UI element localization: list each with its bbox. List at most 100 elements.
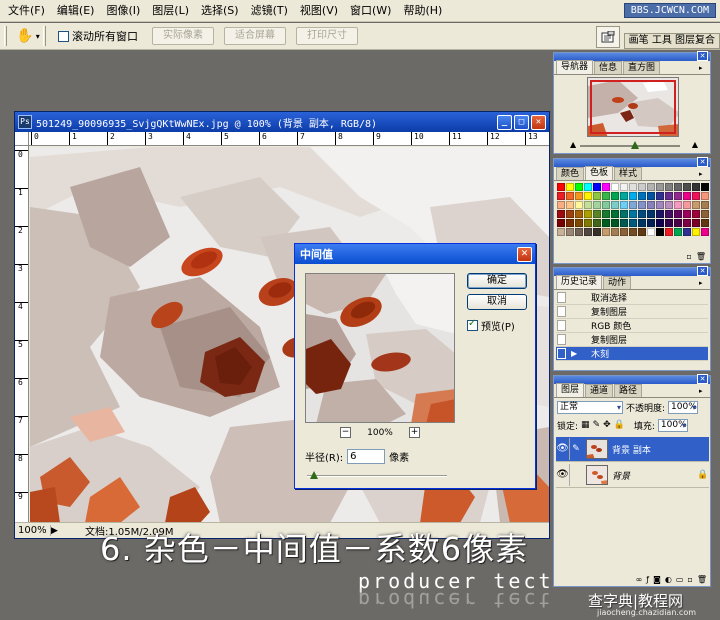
menu-window[interactable]: 窗口(W) bbox=[344, 1, 397, 21]
color-swatch[interactable] bbox=[701, 201, 709, 209]
color-swatch[interactable] bbox=[602, 201, 610, 209]
color-swatch[interactable] bbox=[656, 201, 664, 209]
color-swatch[interactable] bbox=[602, 228, 610, 236]
zoom-field[interactable]: 100% bbox=[15, 525, 51, 536]
delete-layer-icon[interactable]: 🗑 bbox=[697, 575, 707, 584]
color-swatch[interactable] bbox=[665, 192, 673, 200]
color-swatch[interactable] bbox=[593, 183, 601, 191]
layer-row[interactable]: 👁 背景 🔒 bbox=[556, 463, 709, 488]
history-item[interactable]: 复制图层 bbox=[556, 333, 708, 347]
navigator-thumbnail[interactable] bbox=[587, 77, 679, 137]
mask-icon[interactable]: ◙ bbox=[653, 575, 661, 584]
color-swatch[interactable] bbox=[656, 228, 664, 236]
color-swatch[interactable] bbox=[701, 228, 709, 236]
color-swatch[interactable] bbox=[665, 219, 673, 227]
tab-channels[interactable]: 通道 bbox=[585, 384, 614, 397]
color-swatch[interactable] bbox=[674, 228, 682, 236]
color-swatch[interactable] bbox=[575, 210, 583, 218]
color-swatch[interactable] bbox=[674, 192, 682, 200]
color-swatch[interactable] bbox=[683, 228, 691, 236]
history-source-box[interactable] bbox=[557, 306, 566, 317]
color-swatch[interactable] bbox=[647, 228, 655, 236]
lock-transparency-icon[interactable]: ▦ bbox=[581, 420, 590, 430]
preview-checkbox-box[interactable] bbox=[467, 318, 478, 331]
vertical-ruler[interactable]: 0 1 2 3 4 5 6 7 8 9 bbox=[15, 146, 29, 522]
color-swatch[interactable] bbox=[575, 183, 583, 191]
menu-select[interactable]: 选择(S) bbox=[195, 1, 245, 21]
color-swatch[interactable] bbox=[557, 183, 565, 191]
navigator-slider-thumb[interactable] bbox=[631, 141, 639, 149]
scroll-all-windows-checkbox[interactable]: 滚动所有窗口 bbox=[58, 28, 138, 44]
lock-all-icon[interactable]: 🔒 bbox=[614, 420, 625, 430]
palette-well-tabs[interactable]: 画笔 工具 图层复合 bbox=[623, 32, 720, 49]
lock-pixels-icon[interactable]: ✎ bbox=[593, 420, 601, 430]
tab-history[interactable]: 历史记录 bbox=[556, 275, 603, 289]
fill-field[interactable]: 100% bbox=[657, 418, 688, 432]
menu-file[interactable]: 文件(F) bbox=[2, 1, 51, 21]
palette-menu-icon[interactable]: ▸ bbox=[699, 170, 707, 178]
color-swatch[interactable] bbox=[593, 201, 601, 209]
color-swatch[interactable] bbox=[557, 219, 565, 227]
color-swatch[interactable] bbox=[656, 219, 664, 227]
color-swatch[interactable] bbox=[566, 228, 574, 236]
layer-row[interactable]: 👁 ✎ 背景 副本 bbox=[556, 437, 709, 462]
zoom-in-button[interactable]: + bbox=[408, 427, 420, 438]
color-swatch[interactable] bbox=[692, 219, 700, 227]
history-source-box[interactable] bbox=[557, 320, 566, 331]
color-swatch[interactable] bbox=[611, 201, 619, 209]
color-swatch[interactable] bbox=[674, 183, 682, 191]
color-swatch[interactable] bbox=[701, 183, 709, 191]
horizontal-ruler[interactable]: 0 1 2 3 4 5 6 7 8 9 10 11 12 13 bbox=[29, 132, 549, 146]
color-swatch[interactable] bbox=[647, 201, 655, 209]
layer-style-icon[interactable]: ƒ bbox=[646, 575, 649, 584]
color-swatch[interactable] bbox=[602, 183, 610, 191]
file-browser-icon[interactable] bbox=[595, 25, 620, 48]
color-swatch[interactable] bbox=[593, 192, 601, 200]
new-layer-icon[interactable]: ▫ bbox=[687, 575, 692, 584]
color-swatch[interactable] bbox=[557, 228, 565, 236]
opacity-field[interactable]: 100% bbox=[668, 400, 699, 414]
history-source-box[interactable] bbox=[557, 292, 566, 303]
palette-menu-icon[interactable]: ▸ bbox=[699, 279, 707, 287]
hand-icon[interactable]: ✋ ▾ bbox=[13, 26, 43, 46]
color-swatch[interactable] bbox=[629, 210, 637, 218]
blend-mode-select[interactable]: 正常 bbox=[557, 400, 623, 414]
color-swatch[interactable] bbox=[611, 192, 619, 200]
layer-name[interactable]: 背景 副本 bbox=[612, 443, 709, 456]
color-swatch[interactable] bbox=[647, 210, 655, 218]
eye-icon[interactable]: 👁 bbox=[556, 438, 570, 460]
color-swatch[interactable] bbox=[566, 192, 574, 200]
document-title-bar[interactable]: Ps 501249_90096935_SvjgQKtWwNEx.jpg @ 10… bbox=[15, 112, 549, 132]
radius-slider-thumb[interactable] bbox=[310, 471, 318, 479]
color-swatch[interactable] bbox=[647, 219, 655, 227]
color-swatch[interactable] bbox=[566, 219, 574, 227]
color-swatch[interactable] bbox=[620, 192, 628, 200]
color-swatch[interactable] bbox=[602, 219, 610, 227]
color-swatch[interactable] bbox=[683, 183, 691, 191]
palette-grip[interactable]: ✕ bbox=[554, 157, 710, 167]
color-swatch[interactable] bbox=[584, 201, 592, 209]
color-swatch[interactable] bbox=[584, 219, 592, 227]
color-swatch[interactable] bbox=[620, 228, 628, 236]
color-swatch[interactable] bbox=[638, 201, 646, 209]
menu-image[interactable]: 图像(I) bbox=[100, 1, 146, 21]
new-swatch-icon[interactable]: ▫ bbox=[686, 252, 691, 261]
view-rectangle[interactable] bbox=[590, 80, 676, 134]
tab-actions[interactable]: 动作 bbox=[603, 276, 632, 289]
adjustment-layer-icon[interactable]: ◐ bbox=[665, 575, 672, 584]
tab-layers[interactable]: 图层 bbox=[556, 383, 585, 397]
color-swatch[interactable] bbox=[557, 210, 565, 218]
history-item[interactable]: 取消选择 bbox=[556, 291, 708, 305]
palette-menu-icon[interactable]: ▸ bbox=[699, 64, 707, 72]
color-swatch[interactable] bbox=[611, 219, 619, 227]
menu-help[interactable]: 帮助(H) bbox=[397, 1, 448, 21]
options-grip[interactable] bbox=[4, 26, 7, 46]
status-arrow-icon[interactable]: ▶ bbox=[51, 526, 65, 536]
color-swatch[interactable] bbox=[656, 192, 664, 200]
color-swatch[interactable] bbox=[692, 228, 700, 236]
color-swatch[interactable] bbox=[620, 183, 628, 191]
tab-color[interactable]: 颜色 bbox=[556, 167, 585, 180]
color-swatch[interactable] bbox=[602, 192, 610, 200]
menu-edit[interactable]: 编辑(E) bbox=[51, 1, 101, 21]
color-swatch[interactable] bbox=[647, 183, 655, 191]
